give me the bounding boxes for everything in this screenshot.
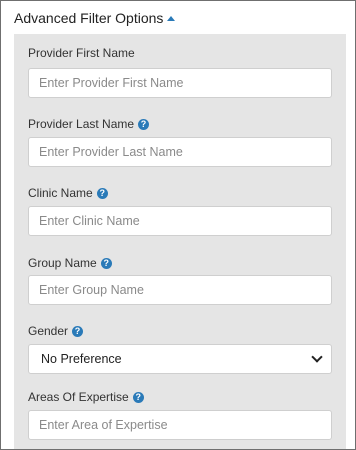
clinic-name-input[interactable] (28, 206, 332, 236)
areas-of-expertise-label-text: Areas Of Expertise (28, 390, 129, 404)
provider-first-name-label-text: Provider First Name (28, 46, 135, 60)
areas-of-expertise-input[interactable] (28, 410, 332, 440)
filter-header-toggle[interactable]: Advanced Filter Options (1, 1, 355, 34)
clinic-name-label: Clinic Name ? (28, 186, 108, 200)
help-icon[interactable]: ? (96, 187, 108, 199)
gender-select[interactable]: No Preference (28, 344, 332, 374)
gender-selected-value: No Preference (41, 352, 122, 366)
areas-of-expertise-label: Areas Of Expertise ? (28, 390, 144, 404)
clinic-name-label-text: Clinic Name (28, 186, 93, 200)
advanced-filter-panel: Advanced Filter Options Provider First N… (0, 0, 356, 450)
gender-label-text: Gender (28, 324, 69, 338)
filters-container: Provider First Name Provider Last Name ?… (14, 34, 346, 449)
provider-first-name-label: Provider First Name (28, 46, 135, 60)
group-name-label-text: Group Name (28, 256, 97, 270)
chevron-down-icon (311, 351, 323, 363)
provider-first-name-input[interactable] (28, 68, 332, 98)
help-icon[interactable]: ? (138, 118, 150, 130)
provider-last-name-label: Provider Last Name ? (28, 117, 150, 131)
filter-header-title: Advanced Filter Options (14, 9, 164, 26)
help-icon[interactable]: ? (100, 257, 112, 269)
provider-last-name-input[interactable] (28, 137, 332, 167)
provider-last-name-label-text: Provider Last Name (28, 117, 135, 131)
group-name-input[interactable] (28, 275, 332, 305)
help-icon[interactable]: ? (72, 325, 84, 337)
caret-up-icon[interactable] (167, 16, 176, 21)
gender-label: Gender ? (28, 324, 84, 338)
group-name-label: Group Name ? (28, 256, 112, 270)
help-icon[interactable]: ? (132, 391, 144, 403)
